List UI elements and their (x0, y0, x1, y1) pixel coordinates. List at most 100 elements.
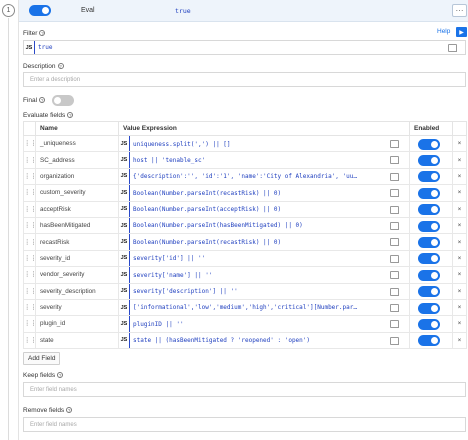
field-expression-input[interactable]: JS ['informational','low','medium','high'… (118, 298, 410, 317)
field-name-input[interactable]: acceptRisk (35, 200, 119, 218)
field-expression-code[interactable]: Boolean(Number.parseInt(recastRisk) || 0… (133, 190, 376, 197)
field-name-input[interactable]: vendor_severity (35, 266, 119, 284)
drag-handle-icon[interactable]: ⋮⋮ (23, 216, 37, 235)
delete-field-icon[interactable]: × (452, 331, 467, 350)
field-expression-code[interactable]: pluginID || '' (133, 321, 376, 328)
field-enabled-toggle[interactable] (418, 171, 440, 183)
field-expression-input[interactable]: JS severity['id'] || '' (118, 249, 410, 268)
field-expression-input[interactable]: JS Boolean(Number.parseInt(acceptRisk) ||… (118, 200, 410, 218)
field-expression-code[interactable]: host || 'tenable_sc' (133, 157, 376, 164)
delete-field-icon[interactable]: × (452, 200, 467, 218)
drag-handle-icon[interactable]: ⋮⋮ (23, 282, 37, 300)
expand-editor-icon[interactable] (390, 287, 399, 296)
final-toggle[interactable] (52, 95, 74, 106)
field-name-input[interactable]: custom_severity (35, 184, 119, 202)
delete-field-icon[interactable]: × (452, 249, 467, 268)
delete-field-icon[interactable]: × (452, 266, 467, 284)
expand-editor-icon[interactable] (390, 303, 399, 312)
field-name-input[interactable]: severity_id (35, 249, 119, 268)
delete-field-icon[interactable]: × (452, 216, 467, 235)
field-enabled-toggle[interactable] (418, 220, 440, 232)
filter-code[interactable]: true (38, 44, 52, 51)
field-name-input[interactable]: severity (35, 298, 119, 317)
delete-field-icon[interactable]: × (452, 134, 467, 153)
field-expression-code[interactable]: ['informational','low','medium','high','… (133, 304, 376, 311)
expand-editor-icon[interactable] (390, 238, 399, 247)
delete-field-icon[interactable]: × (452, 315, 467, 333)
field-expression-code[interactable]: severity['description'] || '' (133, 288, 376, 295)
field-expression-code[interactable]: severity['name'] || '' (133, 272, 376, 279)
expand-editor-icon[interactable] (390, 336, 399, 345)
expand-editor-icon[interactable] (390, 320, 399, 329)
expand-editor-icon[interactable] (390, 271, 399, 280)
expand-editor-icon[interactable] (390, 254, 399, 263)
field-enabled-toggle[interactable] (418, 155, 440, 167)
expand-editor-icon[interactable] (390, 205, 399, 214)
field-name-input[interactable]: state (35, 331, 119, 350)
field-enabled-toggle[interactable] (418, 286, 440, 298)
field-enabled-toggle[interactable] (418, 269, 440, 281)
drag-handle-icon[interactable]: ⋮⋮ (23, 184, 37, 202)
field-expression-input[interactable]: JS {'description':'', 'id':'1', 'name':'C… (118, 167, 410, 186)
field-expression-input[interactable]: JS pluginID || '' (118, 315, 410, 333)
field-enabled-toggle[interactable] (418, 187, 440, 199)
field-expression-input[interactable]: JS host || 'tenable_sc' (118, 151, 410, 169)
field-expression-code[interactable]: Boolean(Number.parseInt(acceptRisk) || 0… (133, 206, 376, 213)
drag-handle-icon[interactable]: ⋮⋮ (23, 315, 37, 333)
field-expression-code[interactable]: state || (hasBeenMitigated ? 'reopened' … (133, 337, 376, 344)
drag-handle-icon[interactable]: ⋮⋮ (23, 200, 37, 218)
delete-field-icon[interactable]: × (452, 233, 467, 251)
field-expression-code[interactable]: {'description':'', 'id':'1', 'name':'Cit… (133, 173, 376, 180)
field-enabled-toggle[interactable] (418, 204, 440, 216)
delete-field-icon[interactable]: × (452, 282, 467, 300)
expand-editor-icon[interactable] (448, 44, 457, 52)
function-header[interactable]: Eval true ··· (19, 0, 468, 22)
field-enabled-toggle[interactable] (418, 237, 440, 249)
field-expression-code[interactable]: Boolean(Number.parseInt(hasBeenMitigated… (133, 222, 376, 229)
field-name-input[interactable]: plugin_id (35, 315, 119, 333)
delete-field-icon[interactable]: × (452, 151, 467, 169)
drag-handle-icon[interactable]: ⋮⋮ (23, 167, 37, 186)
field-expression-input[interactable]: JS uniqueness.split(',') || [] (118, 134, 410, 153)
help-link[interactable]: Help (437, 28, 450, 35)
field-enabled-toggle[interactable] (418, 302, 440, 314)
field-name-input[interactable]: hasBeenMitigated (35, 216, 119, 235)
delete-field-icon[interactable]: × (452, 298, 467, 317)
field-expression-code[interactable]: severity['id'] || '' (133, 255, 376, 262)
field-expression-input[interactable]: JS Boolean(Number.parseInt(recastRisk) ||… (118, 184, 410, 202)
drag-handle-icon[interactable]: ⋮⋮ (23, 298, 37, 317)
drag-handle-icon[interactable]: ⋮⋮ (23, 331, 37, 350)
field-expression-input[interactable]: JS Boolean(Number.parseInt(recastRisk) ||… (118, 233, 410, 251)
more-options-button[interactable]: ··· (452, 4, 467, 17)
field-expression-code[interactable]: Boolean(Number.parseInt(recastRisk) || 0… (133, 239, 376, 246)
field-name-input[interactable]: organization (35, 167, 119, 186)
function-enabled-toggle[interactable] (29, 5, 51, 16)
delete-field-icon[interactable]: × (452, 167, 467, 186)
drag-handle-icon[interactable]: ⋮⋮ (23, 151, 37, 169)
expand-editor-icon[interactable] (390, 221, 399, 230)
add-field-button[interactable]: Add Field (23, 352, 61, 365)
keep-fields-input[interactable]: Enter field names (23, 382, 466, 397)
field-enabled-toggle[interactable] (418, 335, 440, 347)
filter-expression-input[interactable]: JS true (23, 40, 466, 55)
field-name-input[interactable]: SC_address (35, 151, 119, 169)
expand-editor-icon[interactable] (390, 189, 399, 198)
drag-handle-icon[interactable]: ⋮⋮ (23, 134, 37, 153)
field-expression-input[interactable]: JS severity['description'] || '' (118, 282, 410, 300)
field-expression-input[interactable]: JS severity['name'] || '' (118, 266, 410, 284)
drag-handle-icon[interactable]: ⋮⋮ (23, 233, 37, 251)
expand-editor-icon[interactable] (390, 172, 399, 181)
field-enabled-toggle[interactable] (418, 318, 440, 330)
field-enabled-toggle[interactable] (418, 138, 440, 150)
field-expression-code[interactable]: uniqueness.split(',') || [] (133, 141, 376, 148)
expand-editor-icon[interactable] (390, 156, 399, 165)
drag-handle-icon[interactable]: ⋮⋮ (23, 266, 37, 284)
field-expression-input[interactable]: JS Boolean(Number.parseInt(hasBeenMitigat… (118, 216, 410, 235)
field-name-input[interactable]: severity_description (35, 282, 119, 300)
description-input[interactable]: Enter a description (23, 72, 466, 87)
field-expression-input[interactable]: JS state || (hasBeenMitigated ? 'reopened… (118, 331, 410, 350)
drag-handle-icon[interactable]: ⋮⋮ (23, 249, 37, 268)
field-enabled-toggle[interactable] (418, 253, 440, 265)
expand-editor-icon[interactable] (390, 140, 399, 148)
delete-field-icon[interactable]: × (452, 184, 467, 202)
